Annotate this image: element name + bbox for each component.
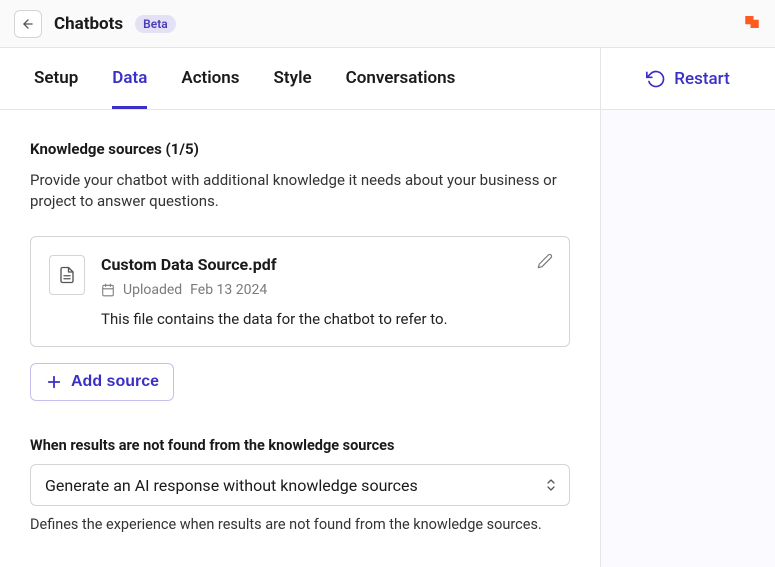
arrow-left-icon [21,17,35,31]
source-meta: Uploaded Feb 13 2024 [101,282,551,298]
top-bar: Chatbots Beta [0,0,775,48]
uploaded-prefix: Uploaded [123,282,182,298]
knowledge-title: Knowledge sources (1/5) [30,140,570,158]
add-source-label: Add source [71,373,159,391]
restart-icon [646,69,666,89]
knowledge-description: Provide your chatbot with additional kno… [30,170,570,212]
tab-style[interactable]: Style [274,68,312,109]
main-panel: Setup Data Actions Style Conversations K… [0,48,601,567]
beta-badge: Beta [135,15,176,33]
app-logo-icon [743,13,761,35]
plus-icon [45,373,63,391]
file-icon [49,255,85,295]
fallback-selected-value: Generate an AI response without knowledg… [45,476,418,495]
tabs: Setup Data Actions Style Conversations [0,48,600,110]
tab-conversations[interactable]: Conversations [346,68,456,109]
page-title: Chatbots [54,14,123,34]
content: Knowledge sources (1/5) Provide your cha… [0,110,600,553]
edit-source-button[interactable] [535,251,555,274]
back-button[interactable] [14,10,42,38]
tab-data[interactable]: Data [112,68,147,109]
preview-area [601,110,775,567]
add-source-button[interactable]: Add source [30,363,174,401]
fallback-label: When results are not found from the know… [30,437,570,454]
pencil-icon [537,253,553,269]
source-description: This file contains the data for the chat… [101,310,551,328]
calendar-icon [101,283,115,297]
fallback-section: When results are not found from the know… [30,437,570,533]
knowledge-source-card: Custom Data Source.pdf Uploaded Feb 13 2… [30,236,570,347]
chevron-up-down-icon [545,478,557,492]
restart-label: Restart [674,69,729,89]
restart-button[interactable]: Restart [601,48,775,110]
fallback-select[interactable]: Generate an AI response without knowledg… [30,464,570,506]
tab-setup[interactable]: Setup [34,68,78,109]
tab-actions[interactable]: Actions [181,68,239,109]
uploaded-date: Feb 13 2024 [190,282,267,298]
source-name: Custom Data Source.pdf [101,255,551,274]
fallback-help: Defines the experience when results are … [30,516,570,533]
side-panel: Restart [601,48,775,567]
